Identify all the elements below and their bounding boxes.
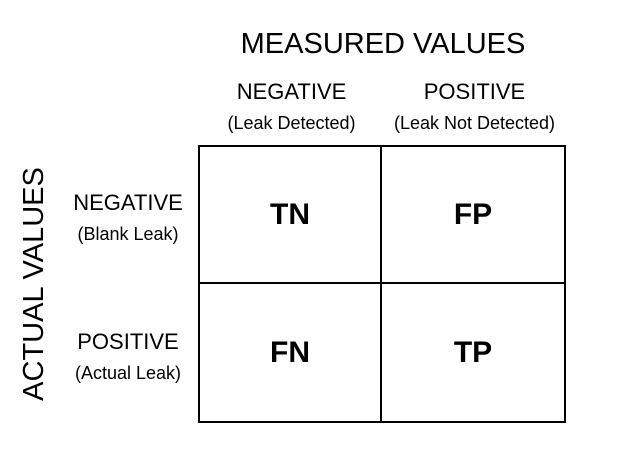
row-subheader-negative: (Blank Leak) <box>77 224 179 244</box>
column-header-negative: NEGATIVE <box>236 79 347 104</box>
column-subheader-positive: (Leak Not Detected) <box>393 113 556 133</box>
measured-values-title: MEASURED VALUES <box>240 28 526 60</box>
cell-true-negative: TN <box>200 147 382 284</box>
cell-true-positive: TP <box>453 335 493 369</box>
row-header-negative: NEGATIVE <box>73 190 183 215</box>
row-header-positive: POSITIVE <box>77 329 179 354</box>
column-header-positive: POSITIVE <box>423 79 526 104</box>
column-subheader-negative: (Leak Detected) <box>227 113 356 133</box>
confusion-matrix-grid: TN FP FN TP <box>198 145 566 423</box>
cell-false-negative: FN <box>200 284 382 421</box>
actual-values-title: ACTUAL VALUES <box>18 167 50 401</box>
cell-false-positive: FP <box>382 147 564 284</box>
row-subheader-positive: (Actual Leak) <box>74 363 182 383</box>
